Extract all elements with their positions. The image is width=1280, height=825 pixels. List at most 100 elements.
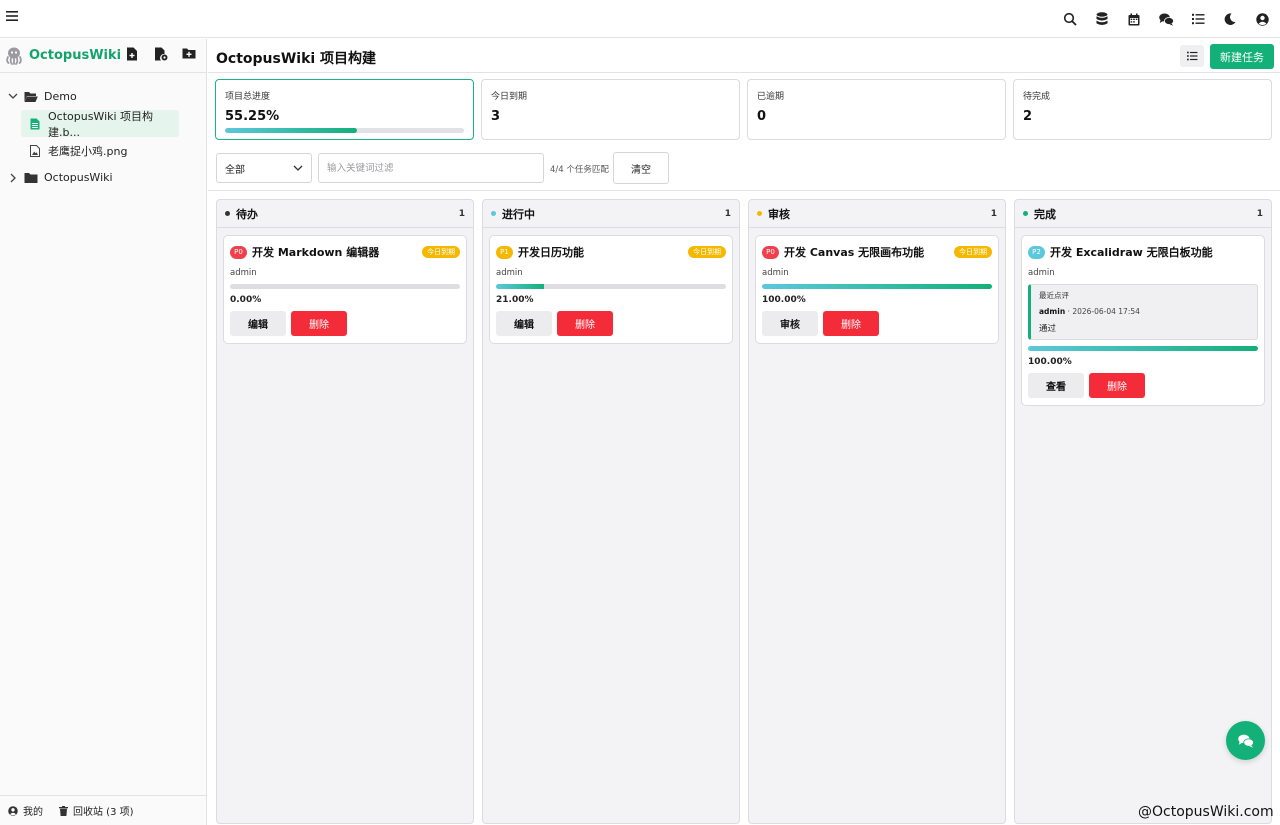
column-header: 完成 1 <box>1015 200 1271 228</box>
task-delete-button[interactable]: 删除 <box>1089 373 1145 398</box>
file-tree: Demo OctopusWiki 项目构建.b... 老鹰捉小鸡.png Oct… <box>0 73 206 191</box>
due-today-badge: 今日到期 <box>954 246 992 258</box>
task-owner: admin <box>496 268 523 278</box>
task-delete-button[interactable]: 删除 <box>557 311 613 336</box>
status-dot <box>1023 211 1028 216</box>
hamburger-menu-icon[interactable] <box>6 10 20 24</box>
stat-pending: 待完成 2 <box>1013 79 1272 140</box>
stat-overdue: 已逾期 0 <box>747 79 1006 140</box>
status-select[interactable]: 全部 <box>216 153 312 183</box>
column-count: 1 <box>1256 208 1263 219</box>
task-card[interactable]: P0 开发 Canvas 无限画布功能 今日到期 admin 100.00% 审… <box>755 235 999 344</box>
kanban-board: 待办 1 P0 开发 Markdown 编辑器 今日到期 admin 0.00%… <box>216 199 1272 824</box>
chevron-down-icon <box>293 165 303 172</box>
trash-link[interactable]: 回收站 (3 项) <box>59 803 134 818</box>
trash-icon <box>59 805 68 816</box>
task-primary-button[interactable]: 查看 <box>1028 373 1084 398</box>
stat-label: 项目总进度 <box>225 92 271 102</box>
new-task-button[interactable]: 新建任务 <box>1210 44 1274 69</box>
chevron-down-icon[interactable] <box>8 93 18 100</box>
column-header: 待办 1 <box>217 200 473 228</box>
task-progress-text: 21.00% <box>496 295 534 305</box>
task-progress-text: 100.00% <box>762 295 806 305</box>
column-title: 审核 <box>768 207 790 221</box>
column-count: 1 <box>724 208 731 219</box>
task-card[interactable]: P1 开发日历功能 今日到期 admin 21.00% 编辑 删除 <box>489 235 733 344</box>
column-count: 1 <box>458 208 465 219</box>
column-header: 进行中 1 <box>483 200 739 228</box>
column-title: 完成 <box>1034 207 1056 221</box>
sidebar-footer: 我的 回收站 (3 项) <box>0 795 206 825</box>
user-circle-icon <box>8 805 18 816</box>
task-progress-bar <box>762 284 992 289</box>
review-meta: admin · 2026-06-04 17:54 <box>1039 307 1140 316</box>
tree-folder-demo[interactable]: Demo <box>0 83 206 110</box>
task-progress-fill <box>1028 346 1258 351</box>
task-owner: admin <box>230 268 257 278</box>
task-owner: admin <box>762 268 789 278</box>
folder-icon <box>24 172 38 184</box>
search-icon[interactable] <box>1060 9 1080 29</box>
due-today-badge: 今日到期 <box>688 246 726 258</box>
kanban-column: 进行中 1 P1 开发日历功能 今日到期 admin 21.00% 编辑 删除 <box>482 199 740 824</box>
status-dot <box>225 211 230 216</box>
tree-folder-label: Demo <box>44 90 77 103</box>
stat-total-progress: 项目总进度 55.25% <box>215 79 474 140</box>
task-delete-button[interactable]: 删除 <box>823 311 879 336</box>
mine-link[interactable]: 我的 <box>8 803 43 818</box>
stat-label: 待完成 <box>1023 92 1051 102</box>
brand-name[interactable]: OctopusWiki <box>29 48 121 63</box>
stat-value: 55.25% <box>225 109 280 124</box>
list-icon[interactable] <box>1188 9 1208 29</box>
task-primary-button[interactable]: 编辑 <box>496 311 552 336</box>
status-dot <box>491 211 496 216</box>
image-file-icon <box>30 144 40 157</box>
tree-file-label: OctopusWiki 项目构建.b... <box>48 109 154 139</box>
task-progress-bar <box>1028 346 1258 351</box>
tree-folder-octopuswiki[interactable]: OctopusWiki <box>0 164 206 191</box>
clear-button[interactable]: 清空 <box>613 152 669 184</box>
task-progress-bar <box>496 284 726 289</box>
total-progress-bar <box>225 128 464 133</box>
list-view-button[interactable] <box>1180 45 1204 67</box>
tree-file-octopuswiki-build[interactable]: OctopusWiki 项目构建.b... <box>21 109 179 139</box>
moon-icon[interactable] <box>1220 9 1240 29</box>
page-header: OctopusWiki 项目构建 新建任务 <box>208 39 1280 73</box>
keyword-filter-input[interactable] <box>318 153 544 183</box>
task-progress-text: 0.00% <box>230 295 262 305</box>
chat-icon[interactable] <box>1156 9 1176 29</box>
new-folder-icon[interactable] <box>182 47 196 63</box>
filter-bar: 全部 4/4 个任务匹配 清空 <box>208 146 1280 191</box>
review-label: 最近点评 <box>1039 291 1069 300</box>
column-title: 待办 <box>236 207 258 221</box>
tree-file-eagle-png[interactable]: 老鹰捉小鸡.png <box>21 137 179 164</box>
status-select-value: 全部 <box>225 164 245 176</box>
task-primary-button[interactable]: 审核 <box>762 311 818 336</box>
database-icon[interactable] <box>1092 9 1112 29</box>
task-delete-button[interactable]: 删除 <box>291 311 347 336</box>
file-settings-icon[interactable] <box>154 47 168 63</box>
stat-value: 3 <box>491 109 501 124</box>
task-card[interactable]: P0 开发 Markdown 编辑器 今日到期 admin 0.00% 编辑 删… <box>223 235 467 344</box>
task-primary-button[interactable]: 编辑 <box>230 311 286 336</box>
task-progress-bar <box>230 284 460 289</box>
priority-badge: P2 <box>1028 245 1045 259</box>
column-count: 1 <box>990 208 997 219</box>
new-file-icon[interactable] <box>126 47 140 63</box>
task-progress-fill <box>762 284 992 289</box>
priority-badge: P0 <box>762 245 779 259</box>
stat-value: 0 <box>757 109 767 124</box>
tree-file-label: 老鹰捉小鸡.png <box>48 144 128 158</box>
trash-label: 回收站 (3 项) <box>73 807 134 818</box>
user-circle-icon[interactable] <box>1252 9 1272 29</box>
task-title: 开发 Markdown 编辑器 <box>252 246 380 259</box>
page-title: OctopusWiki 项目构建 <box>216 51 377 67</box>
chevron-right-icon[interactable] <box>8 173 18 183</box>
task-card[interactable]: P2 开发 Excalidraw 无限白板功能 admin 最近点评 admin… <box>1021 235 1265 406</box>
stats-row: 项目总进度 55.25% 今日到期 3 已逾期 0 待完成 2 <box>215 79 1272 140</box>
stat-value: 2 <box>1023 109 1033 124</box>
column-title: 进行中 <box>502 207 535 221</box>
watermark: @OctopusWiki.com <box>1138 804 1274 820</box>
chat-fab-button[interactable] <box>1226 721 1265 760</box>
calendar-icon[interactable] <box>1124 9 1144 29</box>
